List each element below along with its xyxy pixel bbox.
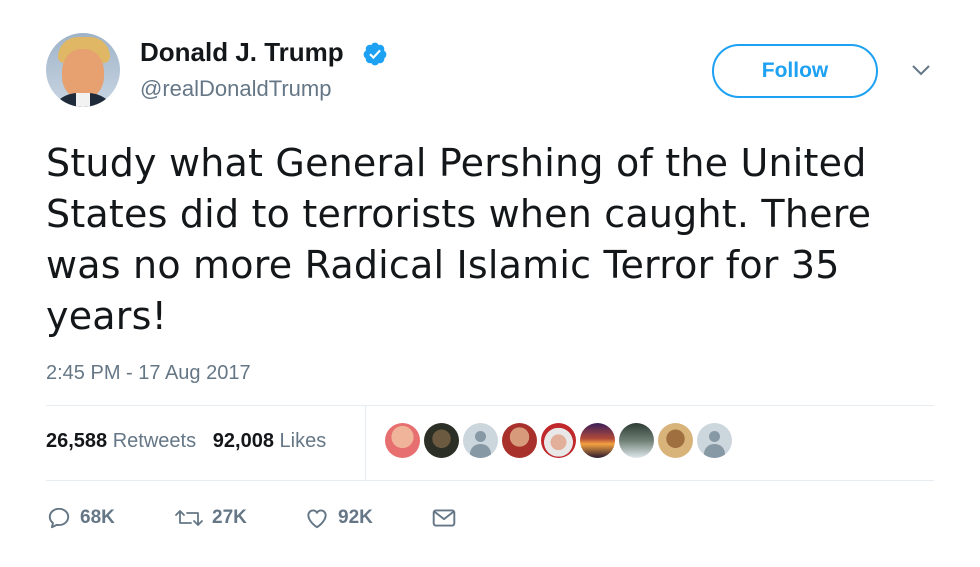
like-button[interactable]: 92K (304, 505, 373, 531)
profile-avatar[interactable] (46, 33, 120, 107)
liker-avatar[interactable] (424, 423, 459, 458)
retweet-count: 27K (212, 507, 247, 528)
reply-icon (48, 507, 70, 529)
liker-avatar[interactable] (541, 423, 576, 458)
heart-icon (307, 509, 327, 529)
like-count: 92K (338, 507, 373, 528)
reply-button[interactable]: 68K (46, 505, 115, 531)
liker-avatars (385, 423, 732, 458)
display-name[interactable]: Donald J. Trump (140, 37, 344, 68)
user-handle[interactable]: @realDonaldTrump (140, 76, 331, 102)
liker-avatar[interactable] (580, 423, 615, 458)
liker-avatar-default[interactable] (697, 423, 732, 458)
retweet-button[interactable]: 27K (174, 505, 247, 531)
chevron-down-icon[interactable] (910, 62, 932, 78)
divider (46, 480, 934, 481)
tweet-text: Study what General Pershing of the Unite… (46, 141, 872, 338)
engagement-stats: 26,588 Retweets 92,008 Likes (46, 430, 326, 453)
direct-message-button[interactable] (431, 505, 457, 531)
liker-avatar[interactable] (385, 423, 420, 458)
tweet-timestamp[interactable]: 2:45 PM - 17 Aug 2017 (46, 362, 251, 385)
liker-avatar[interactable] (658, 423, 693, 458)
liker-avatar-default[interactable] (463, 423, 498, 458)
envelope-icon (432, 509, 456, 527)
likes-stat[interactable]: 92,008 Likes (213, 430, 326, 452)
follow-button[interactable]: Follow (712, 44, 878, 98)
retweet-icon (175, 510, 203, 526)
verified-badge-icon (363, 42, 387, 66)
reply-count: 68K (80, 507, 115, 528)
liker-avatar[interactable] (619, 423, 654, 458)
retweets-stat[interactable]: 26,588 Retweets (46, 430, 196, 452)
liker-avatar[interactable] (502, 423, 537, 458)
divider (46, 405, 934, 406)
stats-separator (365, 406, 366, 480)
